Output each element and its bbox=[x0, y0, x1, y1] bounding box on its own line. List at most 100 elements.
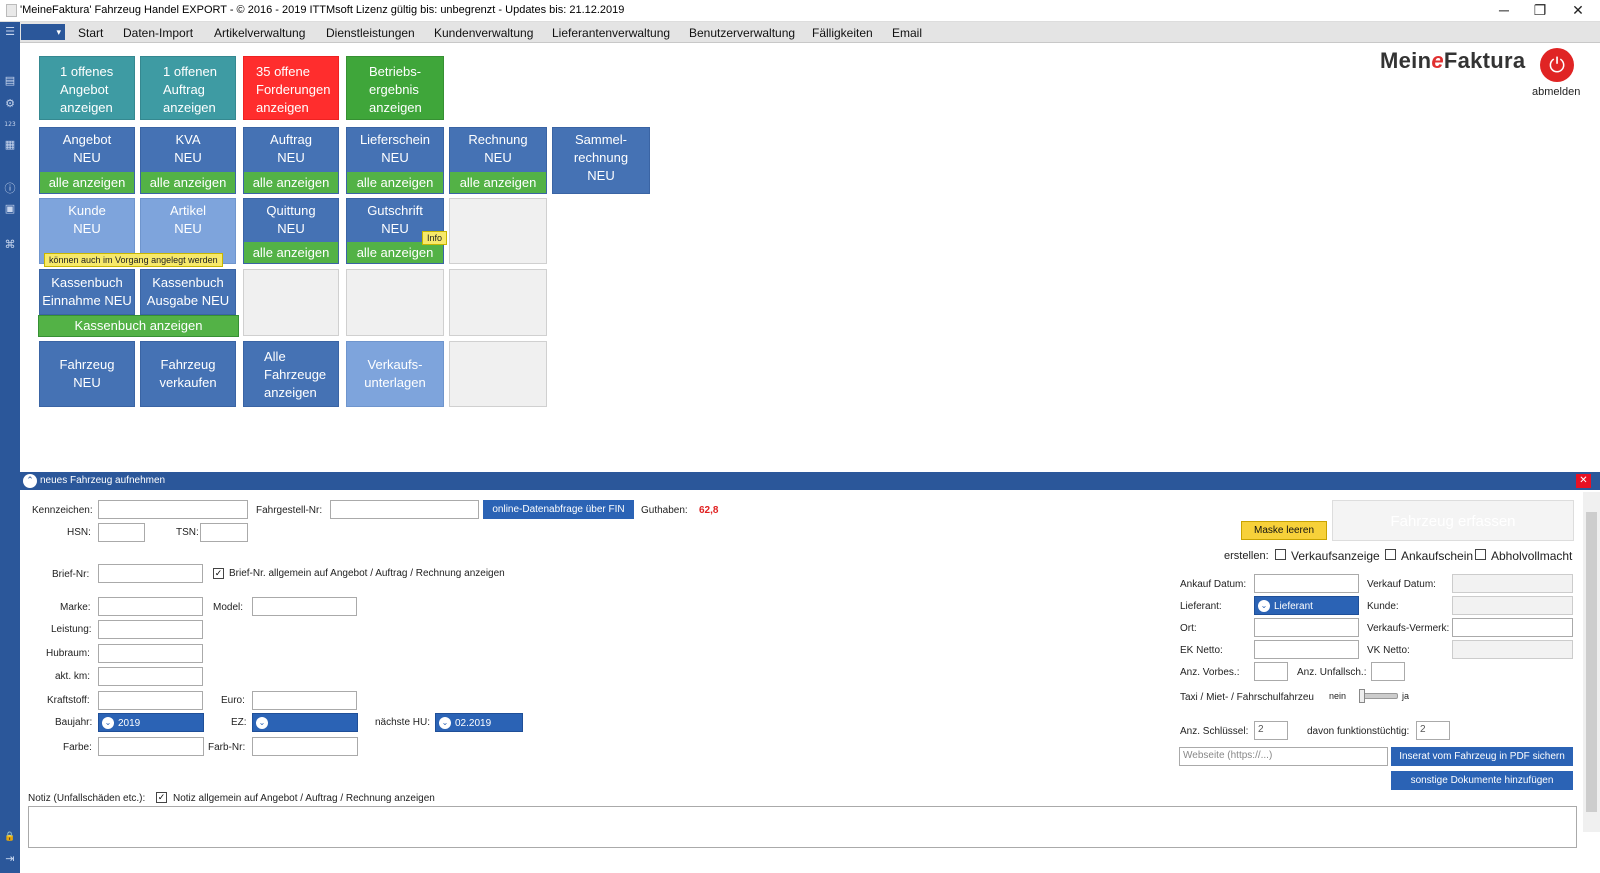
kassenbuch-einnahme-tile[interactable]: Kassenbuch Einnahme NEU bbox=[39, 269, 135, 315]
exit-icon[interactable]: ⇥ bbox=[3, 852, 17, 866]
chart-icon[interactable]: ▤ bbox=[3, 74, 17, 88]
list-icon[interactable]: ▦ bbox=[3, 138, 17, 152]
anz-vorbes-input[interactable] bbox=[1254, 662, 1288, 681]
fahrgestell-input[interactable] bbox=[330, 500, 479, 519]
lieferschein-neu-tile[interactable]: Lieferschein NEU alle anzeigen bbox=[346, 127, 444, 194]
menu-icon[interactable]: ☰ bbox=[3, 25, 17, 39]
farb-nr-input[interactable] bbox=[252, 737, 358, 756]
menu-kundenverwaltung[interactable]: Kundenverwaltung bbox=[434, 26, 533, 40]
farbe-input[interactable] bbox=[98, 737, 204, 756]
abholvollmacht-checkbox[interactable] bbox=[1475, 549, 1486, 560]
menu-dropdown-button[interactable]: ▾ bbox=[21, 24, 65, 40]
gutschrift-alle-anzeigen[interactable]: alle anzeigen bbox=[347, 242, 443, 263]
kunde-input[interactable] bbox=[1452, 596, 1573, 615]
offener-auftrag-tile[interactable]: 1 offenen Auftrag anzeigen bbox=[140, 56, 236, 120]
panel-scrollbar[interactable] bbox=[1583, 492, 1600, 832]
notiz-checkbox[interactable]: ✓ bbox=[156, 792, 167, 803]
verkaufs-vermerk-input[interactable] bbox=[1452, 618, 1573, 637]
abholvollmacht-label: Abholvollmacht bbox=[1491, 549, 1573, 563]
lieferant-dropdown[interactable]: ⌄ Lieferant bbox=[1254, 596, 1359, 615]
brief-nr-checkbox[interactable]: ✓ bbox=[213, 568, 224, 579]
menu-start[interactable]: Start bbox=[78, 26, 103, 40]
offene-forderungen-tile[interactable]: 35 offene Forderungen anzeigen bbox=[243, 56, 339, 120]
kva-neu-tile[interactable]: KVA NEU alle anzeigen bbox=[140, 127, 236, 194]
ek-netto-input[interactable] bbox=[1254, 640, 1359, 659]
verkaufsunterlagen-tile[interactable]: Verkaufs- unterlagen bbox=[346, 341, 444, 407]
close-window-button[interactable]: ✕ bbox=[1556, 0, 1600, 22]
rechnung-neu-tile[interactable]: Rechnung NEU alle anzeigen bbox=[449, 127, 547, 194]
marke-input[interactable] bbox=[98, 597, 203, 616]
verkaufs-vermerk-label: Verkaufs-Vermerk: bbox=[1367, 623, 1450, 634]
maske-leeren-button[interactable]: Maske leeren bbox=[1241, 521, 1327, 540]
power-icon[interactable]: ⏻ bbox=[1540, 48, 1574, 82]
taxi-toggle[interactable] bbox=[1359, 689, 1398, 703]
menu-lieferantenverwaltung[interactable]: Lieferantenverwaltung bbox=[552, 26, 670, 40]
inserat-pdf-button[interactable]: Inserat vom Fahrzeug in PDF sichern bbox=[1391, 747, 1573, 766]
kennzeichen-input[interactable] bbox=[98, 500, 248, 519]
baujahr-dropdown[interactable]: ⌄ 2019 bbox=[98, 713, 204, 732]
settings-icon[interactable]: ⚙ bbox=[3, 97, 17, 111]
ankaufschein-checkbox[interactable] bbox=[1385, 549, 1396, 560]
menu-artikelverwaltung[interactable]: Artikelverwaltung bbox=[214, 26, 305, 40]
ez-dropdown[interactable]: ⌄ bbox=[252, 713, 358, 732]
offenes-angebot-tile[interactable]: 1 offenes Angebot anzeigen bbox=[39, 56, 135, 120]
menu-email[interactable]: Email bbox=[892, 26, 922, 40]
sonstige-dokumente-button[interactable]: sonstige Dokumente hinzufügen bbox=[1391, 771, 1573, 790]
alle-fahrzeuge-tile[interactable]: Alle Fahrzeuge anzeigen bbox=[243, 341, 339, 407]
hsn-input[interactable] bbox=[98, 523, 145, 542]
notiz-checkbox-label: Notiz allgemein auf Angebot / Auftrag / … bbox=[173, 793, 435, 804]
angebot-alle-anzeigen[interactable]: alle anzeigen bbox=[40, 172, 134, 193]
fahrzeug-verkaufen-tile[interactable]: Fahrzeug verkaufen bbox=[140, 341, 236, 407]
fahrzeug-erfassen-button[interactable]: Fahrzeug erfassen bbox=[1332, 500, 1574, 541]
ankauf-datum-input[interactable] bbox=[1254, 574, 1359, 593]
menu-daten-import[interactable]: Daten-Import bbox=[123, 26, 193, 40]
vk-netto-input[interactable] bbox=[1452, 640, 1573, 659]
verkauf-datum-input[interactable] bbox=[1452, 574, 1573, 593]
info-hint[interactable]: Info bbox=[422, 231, 448, 245]
toggle-knob[interactable] bbox=[1359, 689, 1365, 703]
notiz-textarea[interactable] bbox=[28, 806, 1577, 848]
menu-benutzerverwaltung[interactable]: Benutzerverwaltung bbox=[689, 26, 795, 40]
collapse-icon[interactable]: ⌃ bbox=[23, 474, 37, 488]
scrollbar-thumb[interactable] bbox=[1586, 512, 1597, 812]
tsn-input[interactable] bbox=[200, 523, 248, 542]
lock-icon[interactable]: 🔒 bbox=[3, 830, 17, 844]
menu-faelligkeiten[interactable]: Fälligkeiten bbox=[812, 26, 873, 40]
menu-dienstleistungen[interactable]: Dienstleistungen bbox=[326, 26, 415, 40]
model-input[interactable] bbox=[252, 597, 357, 616]
akt-km-input[interactable] bbox=[98, 667, 203, 686]
anz-schluessel-input[interactable]: 2 bbox=[1254, 721, 1288, 740]
hubraum-input[interactable] bbox=[98, 644, 203, 663]
anz-unfallsch-input[interactable] bbox=[1371, 662, 1405, 681]
kassenbuch-anzeigen-button[interactable]: Kassenbuch anzeigen bbox=[38, 315, 239, 337]
verkaufsanzeige-checkbox[interactable] bbox=[1275, 549, 1286, 560]
fahrzeug-neu-tile[interactable]: Fahrzeug NEU bbox=[39, 341, 135, 407]
naechste-hu-dropdown[interactable]: ⌄ 02.2019 bbox=[435, 713, 523, 732]
panel-close-button[interactable]: ✕ bbox=[1576, 474, 1591, 488]
rechnung-alle-anzeigen[interactable]: alle anzeigen bbox=[450, 172, 546, 193]
logout-link[interactable]: abmelden bbox=[1532, 86, 1580, 98]
sitemap-icon[interactable]: ⌘ bbox=[3, 238, 17, 252]
kraftstoff-input[interactable] bbox=[98, 691, 203, 710]
betriebsergebnis-tile[interactable]: Betriebs- ergebnis anzeigen bbox=[346, 56, 444, 120]
lieferschein-alle-anzeigen[interactable]: alle anzeigen bbox=[347, 172, 443, 193]
quittung-neu-tile[interactable]: Quittung NEU alle anzeigen bbox=[243, 198, 339, 264]
davon-funktion-input[interactable]: 2 bbox=[1416, 721, 1450, 740]
info-icon[interactable]: ⓘ bbox=[3, 182, 17, 196]
webseite-input[interactable]: Webseite (https://...) bbox=[1179, 747, 1388, 766]
vehicle-panel-header[interactable]: ⌃ neues Fahrzeug aufnehmen bbox=[20, 472, 1600, 490]
auftrag-neu-tile[interactable]: Auftrag NEU alle anzeigen bbox=[243, 127, 339, 194]
leistung-input[interactable] bbox=[98, 620, 203, 639]
kva-alle-anzeigen[interactable]: alle anzeigen bbox=[141, 172, 235, 193]
chat-icon[interactable]: ▣ bbox=[3, 202, 17, 216]
kassenbuch-ausgabe-tile[interactable]: Kassenbuch Ausgabe NEU bbox=[140, 269, 236, 315]
numbers-icon[interactable]: 123 bbox=[3, 118, 17, 132]
euro-input[interactable] bbox=[252, 691, 357, 710]
brief-nr-input[interactable] bbox=[98, 564, 203, 583]
auftrag-alle-anzeigen[interactable]: alle anzeigen bbox=[244, 172, 338, 193]
online-datenabfrage-button[interactable]: online-Datenabfrage über FIN bbox=[483, 500, 634, 519]
angebot-neu-tile[interactable]: Angebot NEU alle anzeigen bbox=[39, 127, 135, 194]
sammelrechnung-neu-tile[interactable]: Sammel- rechnung NEU bbox=[552, 127, 650, 194]
quittung-alle-anzeigen[interactable]: alle anzeigen bbox=[244, 242, 338, 263]
ort-input[interactable] bbox=[1254, 618, 1359, 637]
